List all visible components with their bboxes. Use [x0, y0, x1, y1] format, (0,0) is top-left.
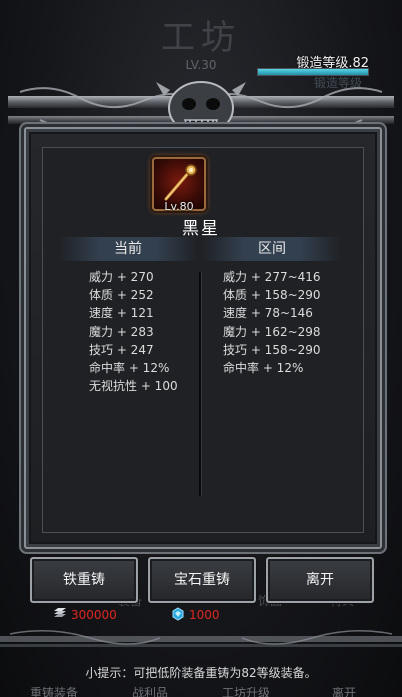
- current-stat-item: 无视抗性 + 100: [89, 379, 178, 394]
- column-header-current: 当前: [58, 237, 198, 261]
- currency-row: 300000 1000: [0, 603, 402, 627]
- current-stat-item: 体质 + 252: [89, 288, 154, 303]
- range-stat-item: 体质 + 158~290: [223, 288, 321, 303]
- item-name: 黑星: [182, 219, 220, 239]
- range-stat-item: 魔力 + 162~298: [223, 324, 321, 339]
- tab-loot[interactable]: 战利品: [132, 684, 168, 697]
- range-stat-item: 命中率 + 12%: [223, 360, 304, 375]
- iron-amount: 300000: [71, 608, 117, 622]
- tip-text: 小提示：可把低阶装备重铸为82等级装备。: [85, 666, 317, 680]
- range-stats-list: 威力 + 277~416 体质 + 158~290 速度 + 78~146 魔力…: [223, 268, 321, 377]
- current-stat-item: 技巧 + 247: [89, 342, 154, 357]
- range-stat-item: 威力 + 277~416: [223, 270, 321, 284]
- tab-workshop-upgrade[interactable]: 工坊升级: [222, 684, 270, 697]
- range-stat-item: 速度 + 78~146: [223, 306, 313, 321]
- current-stat-item: 威力 + 270: [89, 270, 154, 284]
- bottom-ornament: [0, 630, 402, 647]
- gem-icon: [172, 607, 184, 621]
- tab-leave[interactable]: 离开: [332, 684, 356, 697]
- item-level: Lv.80: [164, 200, 194, 213]
- range-stat-item: 技巧 + 158~290: [223, 342, 321, 357]
- gem-amount: 1000: [189, 608, 220, 622]
- column-divider: [199, 272, 202, 496]
- iron-ingot-icon: [54, 608, 66, 617]
- current-stat-item: 命中率 + 12%: [89, 360, 170, 375]
- column-header-range: 区间: [202, 237, 342, 261]
- bottom-tab-bar: 重铸装备 战利品 工坊升级 离开: [0, 684, 402, 697]
- current-stats-list: 威力 + 270 体质 + 252 速度 + 121 魔力 + 283 技巧 +…: [89, 268, 178, 395]
- iron-reforge-button[interactable]: 铁重铸: [30, 557, 138, 603]
- leave-button[interactable]: 离开: [266, 557, 374, 603]
- current-stat-item: 魔力 + 283: [89, 324, 154, 339]
- current-stat-item: 速度 + 121: [89, 306, 154, 321]
- gem-reforge-button[interactable]: 宝石重铸: [148, 557, 256, 603]
- tab-reforge-equipment[interactable]: 重铸装备: [30, 684, 78, 697]
